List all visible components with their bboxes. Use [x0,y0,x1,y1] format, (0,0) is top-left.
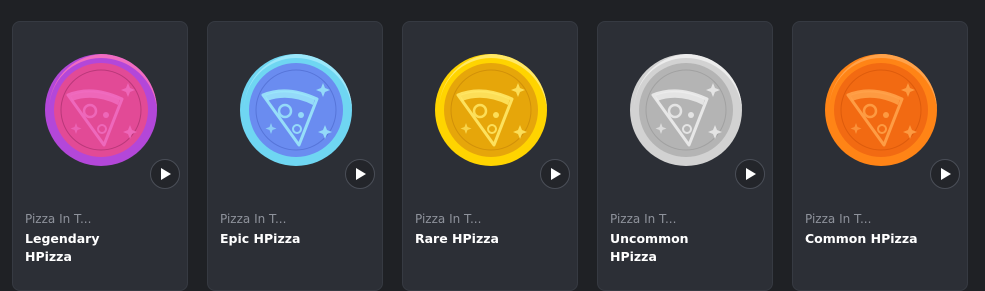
nft-name[interactable]: Rare HPizza [415,230,535,248]
pizza-coin-icon [825,54,937,166]
pizza-coin-icon [435,54,547,166]
play-icon [746,168,756,180]
nft-name[interactable]: Legendary HPizza [25,230,145,266]
nft-card-row: Pizza In T... Legendary HPizza Pizza In … [0,0,985,291]
nft-name[interactable]: Uncommon HPizza [610,230,730,266]
play-icon [551,168,561,180]
play-button[interactable] [150,159,180,189]
pizza-coin-icon [240,54,352,166]
nft-card[interactable]: Pizza In T... Uncommon HPizza [597,21,773,291]
pizza-coin-icon [45,54,157,166]
play-icon [161,168,171,180]
nft-name[interactable]: Common HPizza [805,230,925,248]
play-button[interactable] [345,159,375,189]
collection-name: Pizza In T... [610,212,677,226]
play-button[interactable] [930,159,960,189]
nft-card[interactable]: Pizza In T... Rare HPizza [402,21,578,291]
play-icon [356,168,366,180]
pizza-coin-icon [630,54,742,166]
nft-card[interactable]: Pizza In T... Common HPizza [792,21,968,291]
nft-card[interactable]: Pizza In T... Epic HPizza [207,21,383,291]
nft-card[interactable]: Pizza In T... Legendary HPizza [12,21,188,291]
collection-name: Pizza In T... [25,212,92,226]
play-button[interactable] [735,159,765,189]
nft-name[interactable]: Epic HPizza [220,230,340,248]
play-button[interactable] [540,159,570,189]
collection-name: Pizza In T... [805,212,872,226]
collection-name: Pizza In T... [220,212,287,226]
collection-name: Pizza In T... [415,212,482,226]
play-icon [941,168,951,180]
